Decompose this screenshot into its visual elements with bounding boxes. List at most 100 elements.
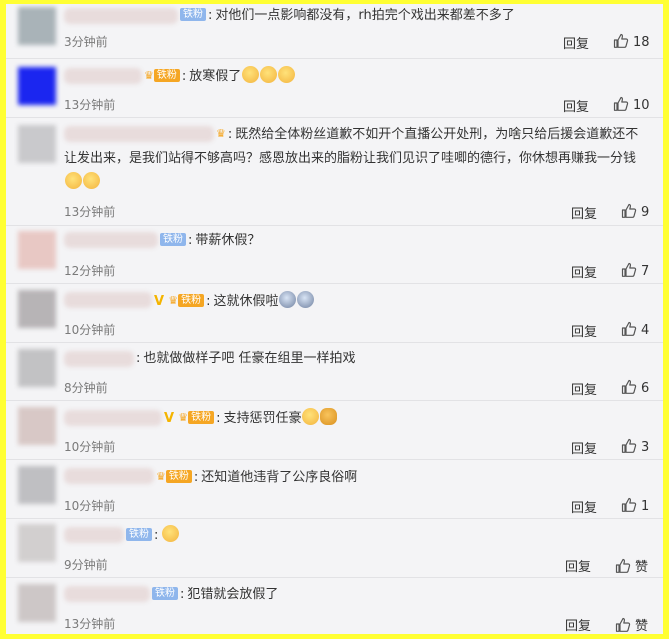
crown-icon: ♛ xyxy=(168,294,179,307)
like-button[interactable]: 赞 xyxy=(615,556,648,575)
comment-text: 这就休假啦 xyxy=(213,294,279,309)
like-count: 1 xyxy=(641,499,650,514)
comment-text: 支持惩罚任豪 xyxy=(223,411,302,426)
list-item: V ♛ 铁粉: 这就休假啦 10分钟前 回复 4 xyxy=(6,284,663,343)
reply-button[interactable]: 回复 xyxy=(571,438,597,457)
emoji-icon xyxy=(83,172,100,189)
like-button[interactable]: 9 xyxy=(621,203,649,220)
avatar[interactable] xyxy=(18,466,56,504)
reply-button[interactable]: 回复 xyxy=(571,497,597,516)
crown-icon: ♛ xyxy=(178,411,189,424)
avatar[interactable] xyxy=(18,231,56,269)
fist-emoji-icon xyxy=(320,408,338,425)
verified-icon: V xyxy=(164,411,175,426)
comment-text: 也就做做样子吧 任豪在组里一样拍戏 xyxy=(143,351,356,366)
like-count: 3 xyxy=(641,440,650,455)
emoji-icon xyxy=(302,408,320,425)
reply-button[interactable]: 回复 xyxy=(571,379,597,398)
avatar[interactable] xyxy=(18,584,56,622)
like-button[interactable]: 4 xyxy=(621,321,649,338)
avatar[interactable] xyxy=(18,290,56,328)
emoji-icon xyxy=(242,66,260,83)
list-item: ♛: 既然给全体粉丝道歉不如开个直播公开处刑，为啥只给后援会道歉还不让发出来，是我… xyxy=(6,118,663,226)
verified-icon: V xyxy=(154,294,165,309)
crown-icon: ♛ xyxy=(144,69,154,82)
like-button[interactable]: 6 xyxy=(621,379,649,396)
avatar[interactable] xyxy=(18,407,56,445)
reply-button[interactable]: 回复 xyxy=(571,262,597,281)
emoji-icon xyxy=(162,525,180,542)
comment-list: 铁粉: 对他们一点影响都没有，rh拍完个戏出来都差不多了 3分钟前 回复 18 ♛… xyxy=(6,4,663,634)
fan-badge: 铁粉 xyxy=(178,294,205,307)
like-count: 6 xyxy=(641,381,650,396)
comment-time: 10分钟前 xyxy=(64,499,116,513)
list-item: 铁粉: 犯错就会放假了 13分钟前 回复 赞 xyxy=(6,578,663,634)
avatar[interactable] xyxy=(18,349,56,387)
comment-time: 10分钟前 xyxy=(64,440,116,454)
like-count: 18 xyxy=(633,35,650,50)
like-button[interactable]: 1 xyxy=(621,497,649,514)
comment-time: 13分钟前 xyxy=(64,98,116,112)
fan-badge: 铁粉 xyxy=(165,470,192,483)
thumbs-up-icon xyxy=(613,33,629,48)
like-button[interactable]: 18 xyxy=(613,33,650,50)
list-item: 铁粉: 9分钟前 回复 赞 xyxy=(6,519,663,578)
comment-text: 放寒假了 xyxy=(189,69,242,84)
like-count: 7 xyxy=(641,264,650,279)
reply-button[interactable]: 回复 xyxy=(571,203,597,222)
like-button[interactable]: 3 xyxy=(621,438,649,455)
list-item: ♛ 铁粉: 放寒假了 13分钟前 回复 10 xyxy=(6,59,663,118)
comment-text: 既然给全体粉丝道歉不如开个直播公开处刑，为啥只给后援会道歉还不让发出来，是我们站… xyxy=(64,127,639,166)
emoji-icon xyxy=(65,172,82,189)
thumbs-up-icon xyxy=(621,262,637,277)
reply-button[interactable]: 回复 xyxy=(563,96,589,115)
list-item: V ♛ 铁粉: 支持惩罚任豪 10分钟前 回复 3 xyxy=(6,401,663,460)
comment-text: 犯错就会放假了 xyxy=(187,587,279,602)
comment-time: 13分钟前 xyxy=(64,205,116,219)
comment-time: 3分钟前 xyxy=(64,35,108,49)
fan-badge: 铁粉 xyxy=(153,69,180,82)
comment-text: 对他们一点影响都没有，rh拍完个戏出来都差不多了 xyxy=(215,8,515,23)
list-item: ♛ 铁粉: 还知道他违背了公序良俗啊 10分钟前 回复 1 xyxy=(6,460,663,519)
comment-time: 10分钟前 xyxy=(64,323,116,337)
emoji-icon xyxy=(279,291,297,308)
crown-icon: ♛ xyxy=(156,470,166,483)
avatar[interactable] xyxy=(18,7,56,45)
thumbs-up-icon xyxy=(621,321,637,336)
like-button[interactable]: 赞 xyxy=(615,615,648,634)
avatar[interactable] xyxy=(18,524,56,562)
like-count: 赞 xyxy=(635,560,649,575)
fan-badge: 铁粉 xyxy=(180,8,206,21)
comment-text: 带薪休假？ xyxy=(195,233,261,248)
like-count: 10 xyxy=(633,98,650,113)
avatar[interactable] xyxy=(18,125,56,163)
reply-button[interactable]: 回复 xyxy=(565,615,591,634)
reply-button[interactable]: 回复 xyxy=(565,556,591,575)
crown-icon: ♛ xyxy=(216,127,226,140)
emoji-icon xyxy=(297,291,315,308)
fan-badge: 铁粉 xyxy=(152,587,178,600)
fan-badge: 铁粉 xyxy=(126,528,152,541)
thumbs-up-icon xyxy=(621,497,637,512)
thumbs-up-icon xyxy=(615,617,631,632)
emoji-icon xyxy=(260,66,278,83)
like-button[interactable]: 7 xyxy=(621,262,649,279)
emoji-icon xyxy=(278,66,296,83)
comment-time: 13分钟前 xyxy=(64,617,116,631)
reply-button[interactable]: 回复 xyxy=(563,33,589,52)
reply-button[interactable]: 回复 xyxy=(571,321,597,340)
like-button[interactable]: 10 xyxy=(613,96,650,113)
thumbs-up-icon xyxy=(613,96,629,111)
comment-time: 12分钟前 xyxy=(64,264,116,278)
thumbs-up-icon xyxy=(615,558,631,573)
thumbs-up-icon xyxy=(621,203,637,218)
like-count: 4 xyxy=(641,323,650,338)
list-item: : 也就做做样子吧 任豪在组里一样拍戏 8分钟前 回复 6 xyxy=(6,343,663,401)
avatar[interactable] xyxy=(18,67,56,105)
comment-text: 还知道他违背了公序良俗啊 xyxy=(201,470,358,485)
comment-time: 9分钟前 xyxy=(64,558,108,572)
thumbs-up-icon xyxy=(621,438,637,453)
list-item: 铁粉: 对他们一点影响都没有，rh拍完个戏出来都差不多了 3分钟前 回复 18 xyxy=(6,4,663,59)
thumbs-up-icon xyxy=(621,379,637,394)
list-item: 铁粉: 带薪休假？ 12分钟前 回复 7 xyxy=(6,226,663,284)
